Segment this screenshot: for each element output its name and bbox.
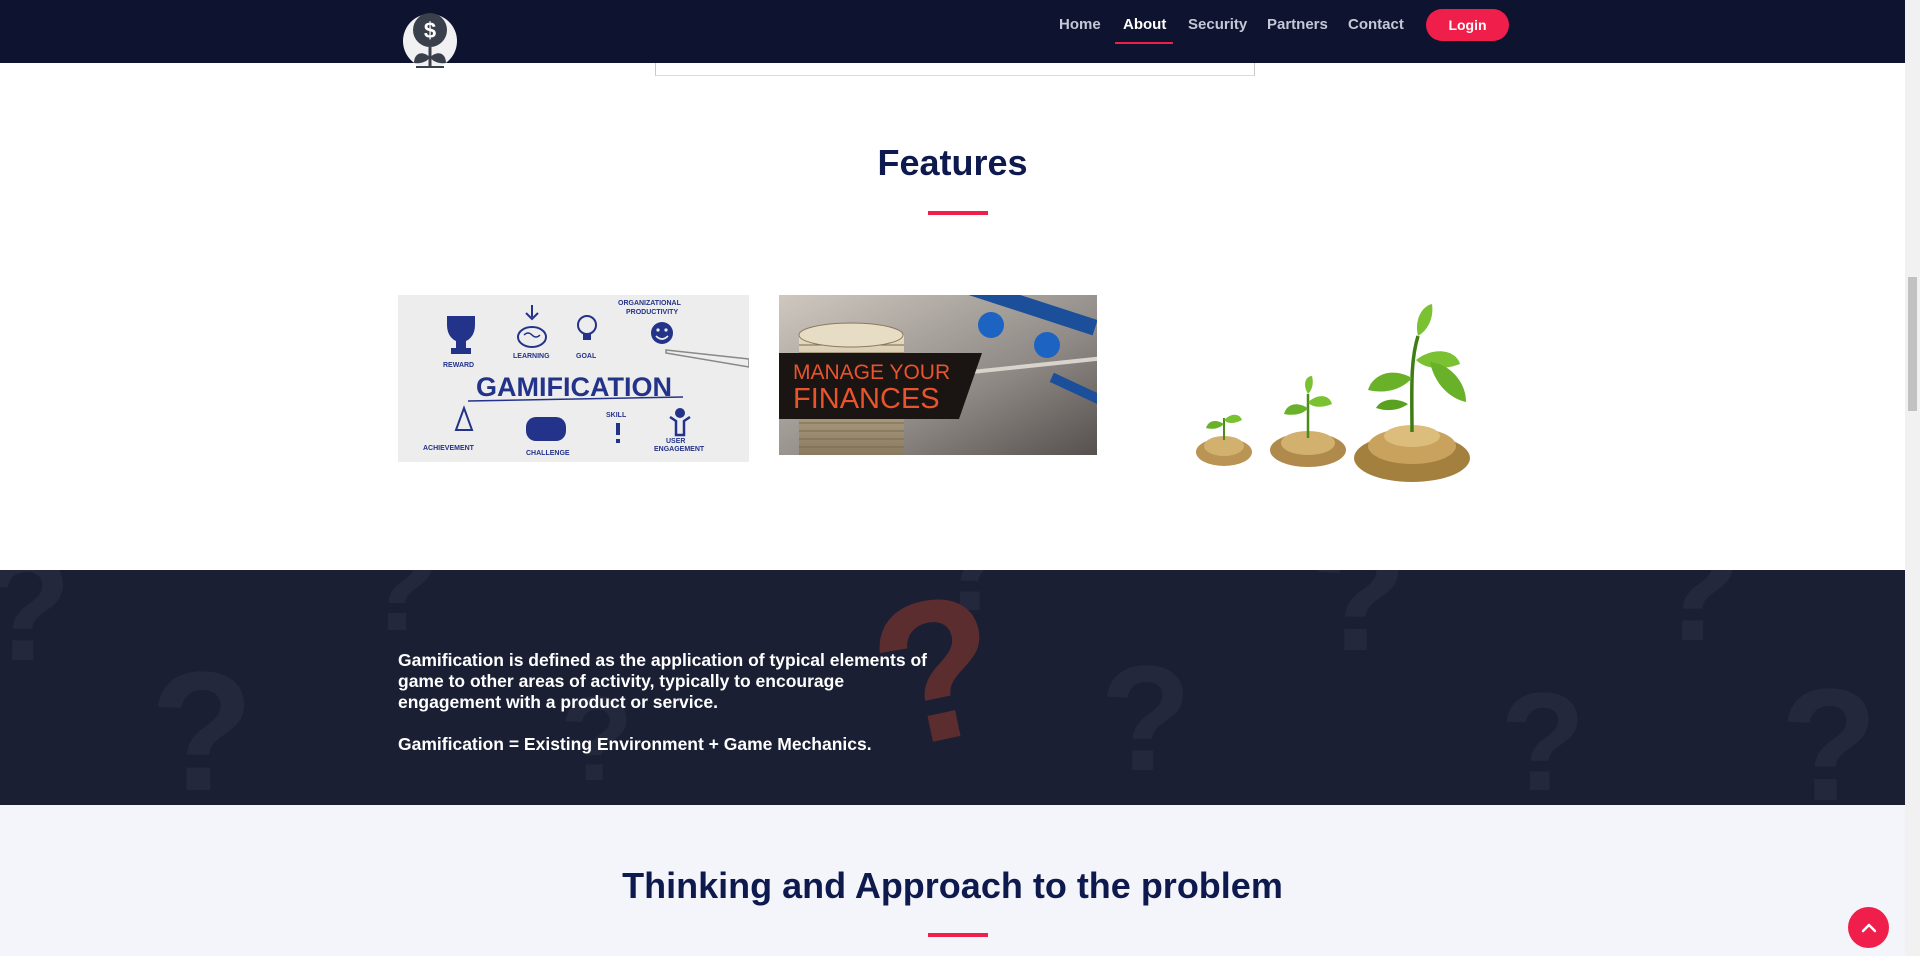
nav-item-home[interactable]: Home: [1059, 16, 1101, 33]
page: $ Home About Security Partners Contact L…: [0, 0, 1920, 956]
gamification-formula-text: Gamification = Existing Environment + Ga…: [398, 734, 872, 754]
nav-item-contact[interactable]: Contact: [1348, 16, 1404, 33]
logo[interactable]: $: [402, 9, 458, 71]
scrollbar-track[interactable]: [1905, 0, 1920, 956]
navbar: $ Home About Security Partners Contact L…: [0, 0, 1905, 68]
svg-text:?: ?: [0, 570, 72, 692]
nav-item-partners[interactable]: Partners: [1267, 16, 1328, 33]
approach-title-underline: [928, 933, 988, 937]
productivity-label: PRODUCTIVITY: [626, 309, 678, 316]
coin-plants-image: [1190, 300, 1490, 490]
svg-text:?: ?: [1100, 634, 1192, 802]
scrollbar-thumb[interactable]: [1908, 277, 1917, 411]
back-to-top-button[interactable]: [1848, 907, 1889, 948]
gamification-image: REWARD LEARNING GOAL ORGANIZATIONAL PROD…: [398, 295, 749, 462]
skill-label: SKILL: [606, 412, 627, 419]
gamification-definition-text: Gamification is defined as the applicati…: [398, 650, 927, 712]
gamification-illustration: REWARD LEARNING GOAL ORGANIZATIONAL PROD…: [398, 295, 749, 462]
features-title: Features: [877, 142, 1028, 183]
svg-text:?: ?: [150, 637, 254, 805]
finances-line2: FINANCES: [793, 383, 940, 415]
reward-label: REWARD: [443, 362, 474, 369]
finances-photo: MANAGE YOUR FINANCES: [779, 295, 1097, 455]
login-button[interactable]: Login: [1426, 9, 1509, 41]
svg-text:?: ?: [1780, 655, 1878, 805]
user-label: USER: [666, 438, 685, 445]
question-marks-background: ? ? ? ? ? ? ? ? ? ? ?: [0, 570, 1878, 805]
svg-text:?: ?: [1500, 663, 1586, 805]
approach-title: Thinking and Approach to the problem: [622, 865, 1283, 906]
svg-text:?: ?: [360, 570, 439, 658]
learning-label: LEARNING: [513, 353, 550, 360]
organizational-label: ORGANIZATIONAL: [618, 300, 682, 307]
engagement-label: ENGAGEMENT: [654, 446, 705, 453]
dollar-plant-icon: $: [403, 13, 457, 68]
svg-text:?: ?: [1650, 570, 1742, 672]
achievement-label: ACHIEVEMENT: [423, 445, 475, 452]
svg-text:?: ?: [1310, 570, 1408, 684]
svg-text:$: $: [424, 18, 436, 43]
nav-item-security[interactable]: Security: [1188, 16, 1247, 33]
active-nav-underline: [1115, 42, 1173, 44]
coin-plants-photo: [1190, 300, 1490, 490]
content-box-remnant: [655, 63, 1255, 76]
nav-item-about[interactable]: About: [1123, 16, 1166, 33]
manage-finances-image: MANAGE YOUR FINANCES: [779, 295, 1097, 455]
goal-label: GOAL: [576, 353, 597, 360]
finances-line1: MANAGE YOUR: [793, 361, 950, 384]
challenge-label: CHALLENGE: [526, 450, 570, 457]
features-title-underline: [928, 211, 988, 215]
gamification-definition-band: ? ? ? ? ? ? ? ? ? ? ? Gamification is de…: [0, 570, 1905, 805]
chevron-up-icon: [1861, 923, 1876, 932]
